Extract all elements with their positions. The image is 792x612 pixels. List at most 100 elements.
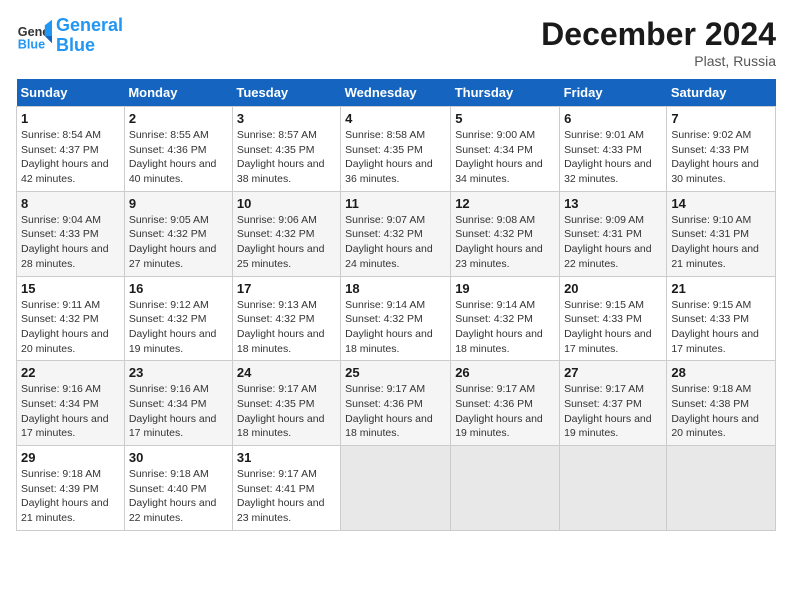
calendar-cell: 31 Sunrise: 9:17 AM Sunset: 4:41 PM Dayl… [232,446,340,531]
day-info: Sunrise: 8:57 AM Sunset: 4:35 PM Dayligh… [237,128,336,187]
calendar-cell [560,446,667,531]
calendar-cell: 13 Sunrise: 9:09 AM Sunset: 4:31 PM Dayl… [560,191,667,276]
day-number: 20 [564,281,662,296]
day-info: Sunrise: 9:18 AM Sunset: 4:38 PM Dayligh… [671,382,771,441]
day-info: Sunrise: 9:17 AM Sunset: 4:37 PM Dayligh… [564,382,662,441]
logo-icon: General Blue [16,18,52,54]
calendar-cell: 30 Sunrise: 9:18 AM Sunset: 4:40 PM Dayl… [124,446,232,531]
day-number: 31 [237,450,336,465]
weekday-header-saturday: Saturday [667,79,776,107]
day-number: 1 [21,111,120,126]
day-number: 30 [129,450,228,465]
day-number: 26 [455,365,555,380]
day-number: 7 [671,111,771,126]
day-info: Sunrise: 9:08 AM Sunset: 4:32 PM Dayligh… [455,213,555,272]
month-title: December 2024 [541,16,776,53]
day-number: 28 [671,365,771,380]
calendar-table: SundayMondayTuesdayWednesdayThursdayFrid… [16,79,776,531]
calendar-cell: 6 Sunrise: 9:01 AM Sunset: 4:33 PM Dayli… [560,107,667,192]
day-number: 23 [129,365,228,380]
weekday-header-thursday: Thursday [451,79,560,107]
day-number: 24 [237,365,336,380]
day-number: 9 [129,196,228,211]
calendar-cell: 8 Sunrise: 9:04 AM Sunset: 4:33 PM Dayli… [17,191,125,276]
day-number: 6 [564,111,662,126]
day-number: 18 [345,281,446,296]
calendar-cell [451,446,560,531]
day-info: Sunrise: 9:14 AM Sunset: 4:32 PM Dayligh… [455,298,555,357]
day-info: Sunrise: 8:58 AM Sunset: 4:35 PM Dayligh… [345,128,446,187]
weekday-header-monday: Monday [124,79,232,107]
day-number: 5 [455,111,555,126]
calendar-cell: 9 Sunrise: 9:05 AM Sunset: 4:32 PM Dayli… [124,191,232,276]
day-info: Sunrise: 9:02 AM Sunset: 4:33 PM Dayligh… [671,128,771,187]
day-number: 12 [455,196,555,211]
calendar-cell: 18 Sunrise: 9:14 AM Sunset: 4:32 PM Dayl… [341,276,451,361]
calendar-week-row: 22 Sunrise: 9:16 AM Sunset: 4:34 PM Dayl… [17,361,776,446]
day-info: Sunrise: 9:04 AM Sunset: 4:33 PM Dayligh… [21,213,120,272]
calendar-cell: 15 Sunrise: 9:11 AM Sunset: 4:32 PM Dayl… [17,276,125,361]
weekday-header-tuesday: Tuesday [232,79,340,107]
day-info: Sunrise: 9:18 AM Sunset: 4:40 PM Dayligh… [129,467,228,526]
calendar-cell: 1 Sunrise: 8:54 AM Sunset: 4:37 PM Dayli… [17,107,125,192]
location: Plast, Russia [541,53,776,69]
day-info: Sunrise: 9:16 AM Sunset: 4:34 PM Dayligh… [129,382,228,441]
day-info: Sunrise: 9:06 AM Sunset: 4:32 PM Dayligh… [237,213,336,272]
calendar-cell: 29 Sunrise: 9:18 AM Sunset: 4:39 PM Dayl… [17,446,125,531]
day-info: Sunrise: 9:01 AM Sunset: 4:33 PM Dayligh… [564,128,662,187]
calendar-cell: 11 Sunrise: 9:07 AM Sunset: 4:32 PM Dayl… [341,191,451,276]
day-info: Sunrise: 9:17 AM Sunset: 4:41 PM Dayligh… [237,467,336,526]
weekday-header-wednesday: Wednesday [341,79,451,107]
calendar-cell: 10 Sunrise: 9:06 AM Sunset: 4:32 PM Dayl… [232,191,340,276]
day-info: Sunrise: 9:16 AM Sunset: 4:34 PM Dayligh… [21,382,120,441]
logo-text-blue: Blue [56,36,123,56]
calendar-cell [341,446,451,531]
day-info: Sunrise: 9:17 AM Sunset: 4:35 PM Dayligh… [237,382,336,441]
calendar-cell [667,446,776,531]
day-info: Sunrise: 9:07 AM Sunset: 4:32 PM Dayligh… [345,213,446,272]
day-number: 8 [21,196,120,211]
day-info: Sunrise: 9:17 AM Sunset: 4:36 PM Dayligh… [345,382,446,441]
day-info: Sunrise: 9:12 AM Sunset: 4:32 PM Dayligh… [129,298,228,357]
day-number: 21 [671,281,771,296]
day-info: Sunrise: 9:10 AM Sunset: 4:31 PM Dayligh… [671,213,771,272]
day-info: Sunrise: 9:09 AM Sunset: 4:31 PM Dayligh… [564,213,662,272]
calendar-cell: 20 Sunrise: 9:15 AM Sunset: 4:33 PM Dayl… [560,276,667,361]
day-number: 15 [21,281,120,296]
page-header: General Blue General Blue December 2024 … [16,16,776,69]
svg-text:Blue: Blue [18,37,45,51]
calendar-week-row: 29 Sunrise: 9:18 AM Sunset: 4:39 PM Dayl… [17,446,776,531]
day-info: Sunrise: 9:17 AM Sunset: 4:36 PM Dayligh… [455,382,555,441]
day-number: 4 [345,111,446,126]
day-number: 14 [671,196,771,211]
day-number: 16 [129,281,228,296]
day-number: 10 [237,196,336,211]
day-number: 13 [564,196,662,211]
calendar-cell: 21 Sunrise: 9:15 AM Sunset: 4:33 PM Dayl… [667,276,776,361]
calendar-cell: 26 Sunrise: 9:17 AM Sunset: 4:36 PM Dayl… [451,361,560,446]
calendar-cell: 27 Sunrise: 9:17 AM Sunset: 4:37 PM Dayl… [560,361,667,446]
calendar-cell: 17 Sunrise: 9:13 AM Sunset: 4:32 PM Dayl… [232,276,340,361]
day-info: Sunrise: 9:15 AM Sunset: 4:33 PM Dayligh… [671,298,771,357]
day-number: 27 [564,365,662,380]
calendar-cell: 5 Sunrise: 9:00 AM Sunset: 4:34 PM Dayli… [451,107,560,192]
calendar-cell: 16 Sunrise: 9:12 AM Sunset: 4:32 PM Dayl… [124,276,232,361]
day-number: 17 [237,281,336,296]
day-info: Sunrise: 9:11 AM Sunset: 4:32 PM Dayligh… [21,298,120,357]
calendar-cell: 28 Sunrise: 9:18 AM Sunset: 4:38 PM Dayl… [667,361,776,446]
calendar-cell: 2 Sunrise: 8:55 AM Sunset: 4:36 PM Dayli… [124,107,232,192]
day-info: Sunrise: 9:05 AM Sunset: 4:32 PM Dayligh… [129,213,228,272]
day-info: Sunrise: 9:13 AM Sunset: 4:32 PM Dayligh… [237,298,336,357]
day-info: Sunrise: 8:54 AM Sunset: 4:37 PM Dayligh… [21,128,120,187]
logo-text-general: General [56,16,123,36]
weekday-header-row: SundayMondayTuesdayWednesdayThursdayFrid… [17,79,776,107]
day-info: Sunrise: 8:55 AM Sunset: 4:36 PM Dayligh… [129,128,228,187]
calendar-cell: 3 Sunrise: 8:57 AM Sunset: 4:35 PM Dayli… [232,107,340,192]
calendar-cell: 12 Sunrise: 9:08 AM Sunset: 4:32 PM Dayl… [451,191,560,276]
calendar-cell: 23 Sunrise: 9:16 AM Sunset: 4:34 PM Dayl… [124,361,232,446]
calendar-week-row: 8 Sunrise: 9:04 AM Sunset: 4:33 PM Dayli… [17,191,776,276]
weekday-header-sunday: Sunday [17,79,125,107]
day-number: 11 [345,196,446,211]
logo: General Blue General Blue [16,16,123,56]
day-number: 29 [21,450,120,465]
